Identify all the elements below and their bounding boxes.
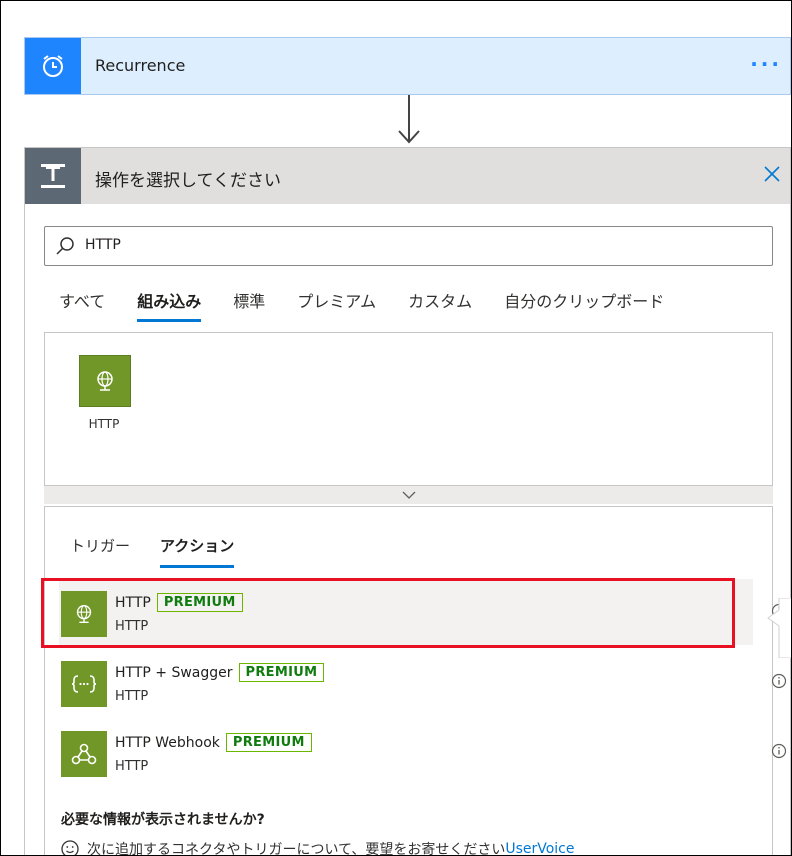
tab-all[interactable]: すべて — [59, 288, 105, 322]
close-icon[interactable] — [762, 164, 782, 184]
action-name-text: HTTP + Swagger — [115, 664, 233, 681]
tab-premium[interactable]: プレミアム — [297, 288, 376, 322]
more-options-button[interactable]: ··· — [750, 52, 782, 76]
operation-icon — [25, 148, 81, 204]
window: Recurrence ··· 操作を選択してください HTTP すべて 組み込み… — [0, 0, 792, 856]
info-icon[interactable] — [771, 673, 787, 689]
uservoice-link[interactable]: UserVoice — [505, 841, 574, 855]
list-item-http-webhook[interactable]: HTTP Webhook PREMIUM HTTP — [59, 719, 787, 785]
suggestion-line: 次に追加するコネクタやトリガーについて、要望をお寄せください UserVoice — [61, 839, 575, 856]
choose-action-title: 操作を選択してください — [95, 171, 281, 191]
tooltip-callout — [767, 598, 791, 658]
alarm-clock-icon — [25, 38, 81, 94]
actions-panel: トリガー アクション HTTP PREMIUM HTTP HTTP + Swag… — [44, 506, 787, 855]
info-icon[interactable] — [771, 743, 787, 759]
tab-custom[interactable]: カスタム — [408, 288, 472, 322]
action-name-text: HTTP Webhook — [115, 734, 220, 751]
subtabs: トリガー アクション — [70, 535, 264, 568]
choose-action-card: 操作を選択してください HTTP すべて 組み込み 標準 プレミアム カスタム … — [24, 147, 791, 855]
globe-icon — [79, 355, 131, 407]
search-input[interactable]: HTTP — [44, 226, 773, 266]
selection-highlight — [41, 578, 735, 648]
premium-badge: PREMIUM — [225, 733, 312, 752]
tab-my-clipboard[interactable]: 自分のクリップボード — [504, 288, 664, 322]
suggestion-text: 次に追加するコネクタやトリガーについて、要望をお寄せください — [87, 842, 506, 856]
missing-info-heading: 必要な情報が表示されませんか? — [61, 812, 265, 828]
action-name: HTTP Webhook PREMIUM — [115, 733, 312, 752]
tab-standard[interactable]: 標準 — [233, 288, 265, 322]
swagger-braces-icon — [61, 661, 107, 707]
collapse-toggle[interactable] — [44, 486, 773, 504]
connector-list: HTTP — [44, 332, 773, 486]
search-icon — [56, 237, 74, 255]
tab-builtin[interactable]: 組み込み — [137, 288, 202, 322]
connector-tile-http[interactable]: HTTP — [79, 355, 131, 431]
recurrence-title: Recurrence — [95, 56, 186, 75]
smiley-icon — [61, 840, 79, 855]
category-tabs: すべて 組み込み 標準 プレミアム カスタム 自分のクリップボード — [59, 288, 696, 322]
flow-arrow-icon — [398, 95, 420, 144]
tab-triggers[interactable]: トリガー — [70, 535, 130, 568]
recurrence-card[interactable]: Recurrence ··· — [24, 37, 791, 95]
choose-action-header: 操作を選択してください — [25, 148, 790, 204]
tab-actions[interactable]: アクション — [160, 535, 235, 568]
chevron-down-icon — [402, 491, 415, 499]
webhook-icon — [61, 731, 107, 777]
search-value: HTTP — [85, 237, 121, 253]
list-item-http-swagger[interactable]: HTTP + Swagger PREMIUM HTTP — [59, 649, 787, 715]
action-connector: HTTP — [115, 689, 149, 704]
premium-badge: PREMIUM — [238, 663, 325, 682]
action-name: HTTP + Swagger PREMIUM — [115, 663, 325, 682]
action-connector: HTTP — [115, 759, 149, 774]
connector-label: HTTP — [88, 417, 120, 431]
